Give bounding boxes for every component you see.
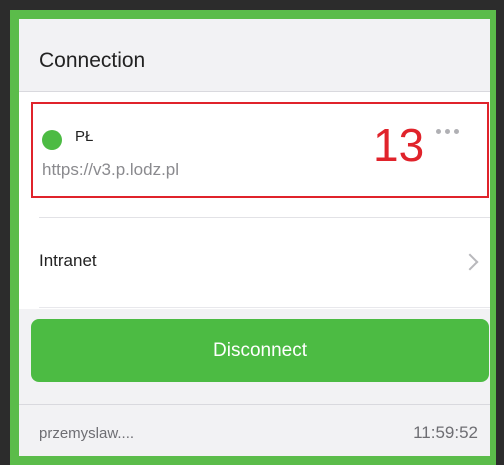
connection-panel: Connection PŁ https://v3.p.lodz.pl 13 In… [19,19,490,456]
intranet-item[interactable]: Intranet [19,218,490,306]
chevron-right-icon [461,253,479,271]
server-url: https://v3.p.lodz.pl [42,160,180,179]
page-title: Connection [39,49,146,72]
status-dot-icon [42,130,62,150]
footer-time: 11:59:52 [413,423,478,442]
row-divider [39,307,490,308]
server-item[interactable]: PŁ https://v3.p.lodz.pl 13 [31,102,489,198]
more-horizontal-icon[interactable] [436,126,472,136]
footer: przemyslaw.... 11:59:52 [19,405,490,456]
footer-username: przemyslaw.... [39,425,135,442]
more-dot [445,128,450,134]
disconnect-button[interactable]: Disconnect [31,319,489,382]
app-frame: Connection PŁ https://v3.p.lodz.pl 13 In… [10,10,496,465]
connection-card: PŁ https://v3.p.lodz.pl 13 Intranet [19,92,490,309]
header: Connection [19,19,490,91]
intranet-label: Intranet [39,251,97,270]
more-dot [454,128,459,134]
server-name: PŁ [75,128,94,145]
more-dot [436,128,441,134]
annotation-number: 13 [373,119,425,171]
